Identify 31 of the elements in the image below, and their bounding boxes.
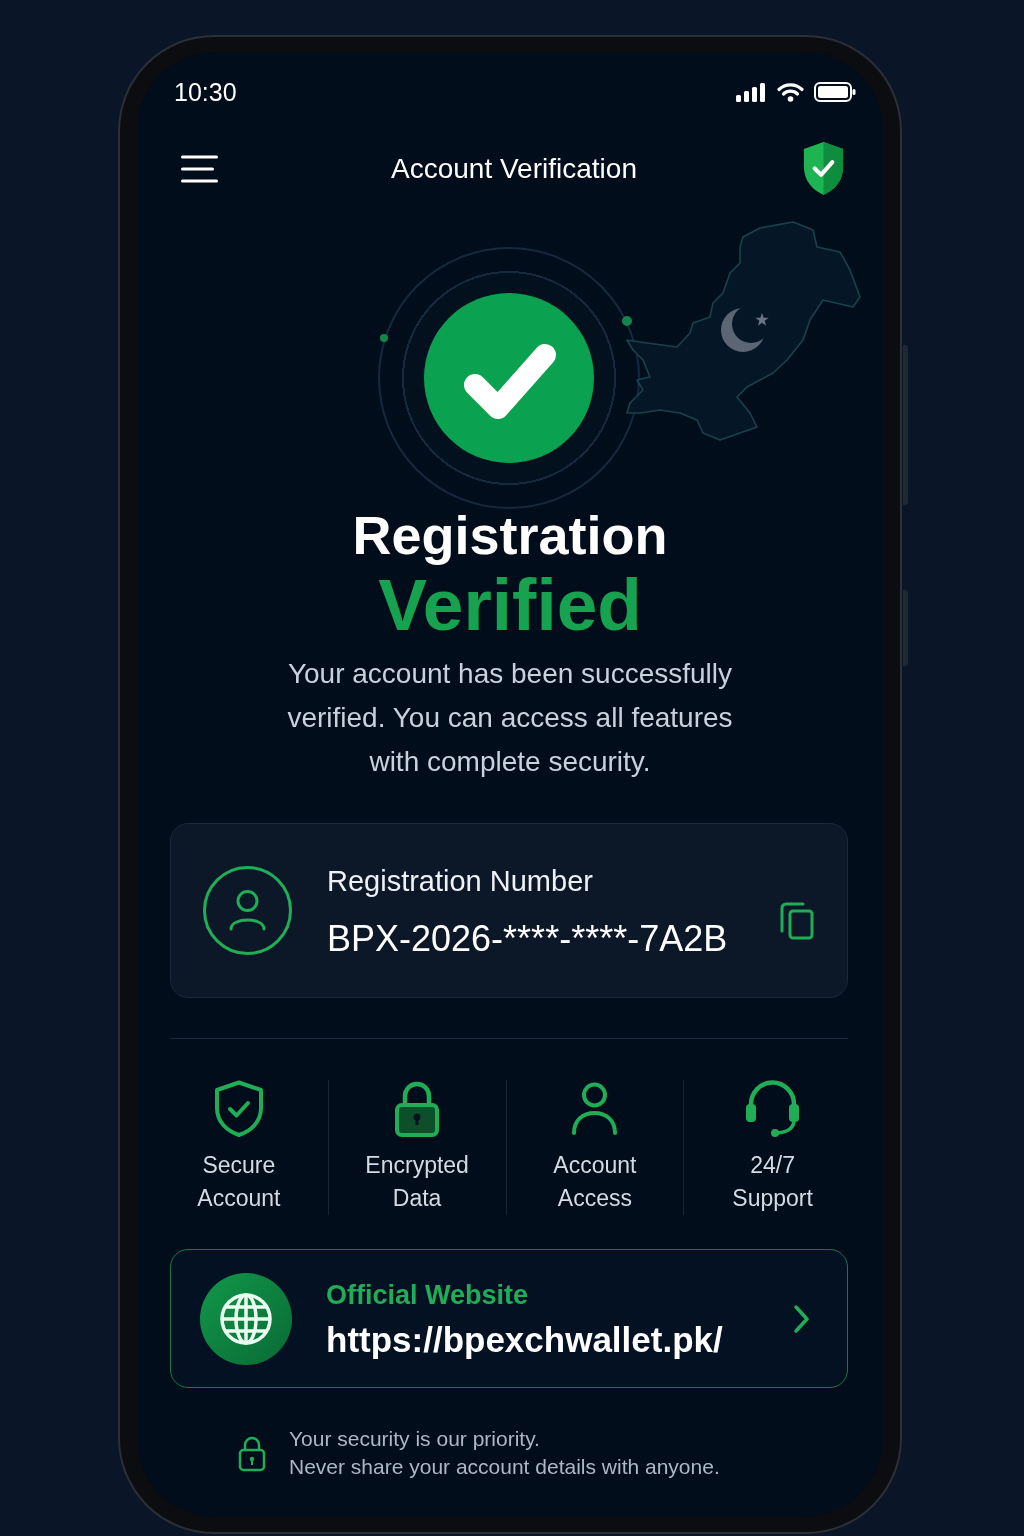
wifi-icon [777,82,804,102]
battery-icon [814,82,856,102]
copy-icon[interactable] [779,900,815,941]
chevron-right-icon [793,1303,810,1334]
padlock-icon [238,1434,266,1472]
hero-highlight: Verified [378,567,642,643]
success-check-icon [424,293,594,463]
dot-icon [380,334,388,342]
globe-icon [200,1272,292,1365]
padlock-icon [395,1080,440,1137]
headset-icon [745,1080,801,1137]
registration-label: Registration Number [327,863,594,899]
signal-icon [736,82,767,102]
website-link[interactable]: Official Website https://bpexchwallet.pk/ [170,1249,848,1388]
dot-icon [622,316,632,326]
security-note: Your security is our priority. Never share your account details with anyone. [289,1426,720,1480]
website-url: https://bpexchwallet.pk/ [326,1319,724,1360]
feature-label: Encrypted Data [365,1151,469,1213]
user-avatar-icon [203,866,292,955]
menu-icon[interactable] [181,154,218,183]
success-message: Your account has been successfully verified. You can access all features with complete security. [286,657,734,779]
feature-label: 24/7 Support [732,1151,813,1213]
shield-check-icon [212,1080,265,1137]
status-time: 10:30 [174,77,237,107]
person-icon [570,1082,620,1135]
screen-title: Account Verification [391,151,637,186]
feature-label: Secure Account [197,1151,281,1213]
website-label: Official Website [326,1278,530,1312]
hero-title: Registration [351,504,669,567]
registration-number: BPX-2026-****-****-7A2B [327,917,729,960]
feature-label: Account Access [553,1151,637,1213]
